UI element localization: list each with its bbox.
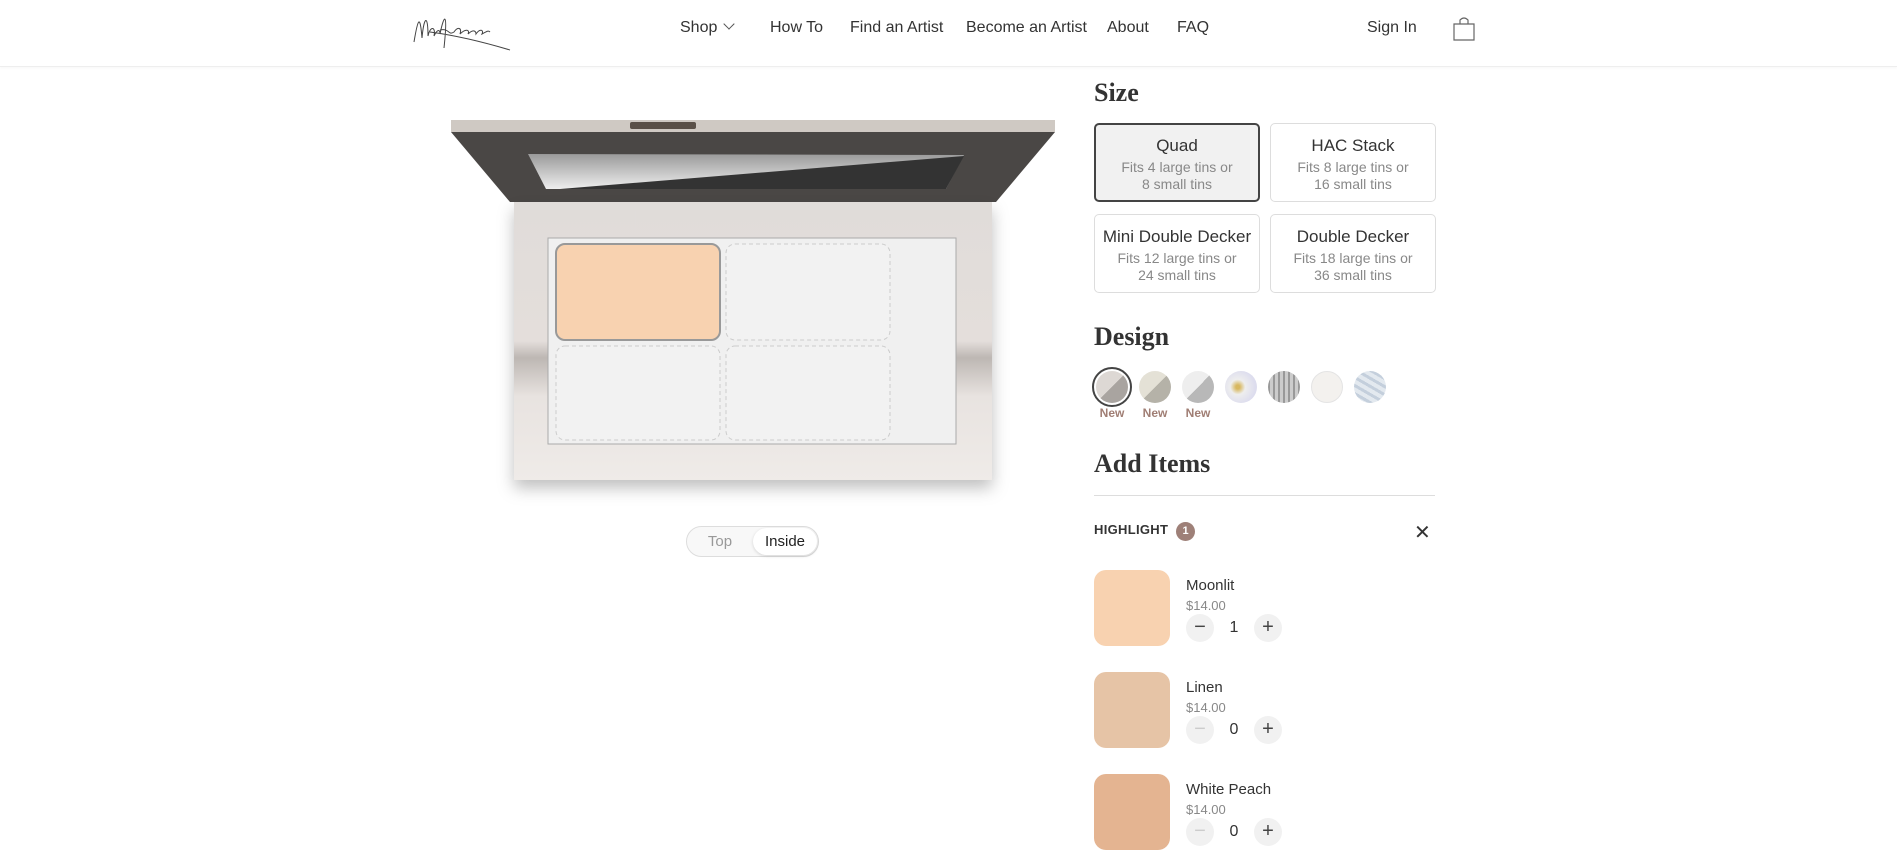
size-option-mini-double-decker[interactable]: Mini Double Decker Fits 12 large tins or 2…: [1094, 214, 1260, 293]
design-swatch-marble-gold[interactable]: [1225, 371, 1257, 403]
category-label: HIGHLIGHT: [1094, 522, 1169, 537]
design-swatch-blue-marble[interactable]: [1354, 371, 1386, 403]
size-title: HAC Stack: [1311, 136, 1395, 155]
quantity-stepper: −0 +: [1186, 716, 1286, 744]
size-desc: 24 small tins: [1138, 267, 1216, 283]
new-badge: New: [1142, 406, 1168, 420]
size-desc: Fits 8 large tins or: [1297, 159, 1409, 175]
minus-button[interactable]: −: [1186, 818, 1214, 846]
view-toggle: Top Inside: [686, 526, 819, 557]
quantity-value: 0: [1229, 823, 1239, 840]
quantity-value: 0: [1229, 721, 1239, 738]
shade-swatch[interactable]: [1094, 570, 1170, 646]
nav-find-artist[interactable]: Find an Artist: [850, 19, 943, 37]
count-badge: 1: [1176, 522, 1196, 541]
plus-button[interactable]: +: [1254, 614, 1282, 642]
shade-swatch[interactable]: [1094, 672, 1170, 748]
design-heading: Design: [1094, 322, 1170, 351]
item-name: Linen: [1186, 679, 1223, 696]
palette-slot-empty[interactable]: [725, 345, 891, 441]
quantity-stepper: −1 +: [1186, 614, 1286, 642]
item-price: $14.00: [1186, 700, 1226, 715]
toggle-top[interactable]: Top: [689, 528, 751, 555]
nav-shop-label: Shop: [680, 19, 718, 36]
item-name: White Peach: [1186, 781, 1272, 798]
chevron-down-icon: [723, 18, 736, 30]
design-swatch[interactable]: [1092, 367, 1132, 407]
size-desc: 16 small tins: [1314, 176, 1392, 192]
divider: [1094, 495, 1435, 496]
item-price: $14.00: [1186, 598, 1226, 613]
new-badge: New: [1185, 406, 1211, 420]
minus-button[interactable]: −: [1186, 614, 1214, 642]
new-badge: New: [1099, 406, 1125, 420]
palette-slot-empty[interactable]: [555, 345, 721, 441]
shopping-bag-icon[interactable]: [1452, 16, 1476, 42]
sign-in-link[interactable]: Sign In: [1367, 19, 1417, 37]
size-option-hac-stack[interactable]: HAC Stack Fits 8 large tins or 16 small ti…: [1270, 123, 1436, 202]
design-swatch[interactable]: [1182, 371, 1214, 403]
size-desc: Fits 18 large tins or: [1293, 250, 1413, 266]
nav-how-to[interactable]: How To: [770, 19, 823, 37]
quantity-stepper: −0 +: [1186, 818, 1286, 846]
nav-shop[interactable]: Shop: [680, 18, 736, 37]
design-swatch-metal[interactable]: [1268, 371, 1300, 403]
item-price: $14.00: [1186, 802, 1226, 817]
design-swatch-crackle[interactable]: [1311, 371, 1343, 403]
size-title: Double Decker: [1296, 227, 1410, 246]
size-desc: Fits 4 large tins or: [1121, 159, 1233, 175]
size-desc: 8 small tins: [1141, 176, 1213, 192]
list-item: Linen $14.00 −0 +: [1094, 672, 1435, 752]
nav-faq[interactable]: FAQ: [1177, 19, 1209, 37]
size-desc: Fits 12 large tins or: [1117, 250, 1237, 266]
plus-button[interactable]: +: [1254, 818, 1282, 846]
size-option-double-decker[interactable]: Double Decker Fits 18 large tins or 36 sma…: [1270, 214, 1436, 293]
nav-about[interactable]: About: [1107, 19, 1149, 37]
quantity-value: 1: [1229, 619, 1239, 636]
nav-become-artist[interactable]: Become an Artist: [966, 19, 1087, 37]
plus-button[interactable]: +: [1254, 716, 1282, 744]
add-items-heading: Add Items: [1094, 449, 1211, 478]
site-header: Shop How To Find an Artist Become an Art…: [0, 0, 1897, 67]
masqcara-logo[interactable]: [410, 8, 520, 52]
size-desc: 36 small tins: [1314, 267, 1392, 283]
list-item: White Peach $14.00 −0 +: [1094, 774, 1435, 854]
category-header[interactable]: HIGHLIGHT 1: [1094, 522, 1196, 541]
palette-slot-filled[interactable]: [555, 243, 721, 341]
close-icon[interactable]: ✕: [1414, 520, 1431, 545]
design-swatch[interactable]: [1139, 371, 1171, 403]
palette-illustration: [451, 120, 1055, 480]
size-heading: Size: [1094, 78, 1139, 107]
size-option-quad[interactable]: Quad Fits 4 large tins or 8 small tins: [1094, 123, 1260, 202]
size-title: Mini Double Decker: [1102, 227, 1252, 246]
item-name: Moonlit: [1186, 577, 1235, 594]
toggle-inside[interactable]: Inside: [753, 528, 817, 555]
palette-slot-empty[interactable]: [725, 243, 891, 341]
list-item: Moonlit $14.00 −1 +: [1094, 570, 1435, 650]
size-title: Quad: [1156, 136, 1198, 155]
minus-button[interactable]: −: [1186, 716, 1214, 744]
shade-swatch[interactable]: [1094, 774, 1170, 850]
